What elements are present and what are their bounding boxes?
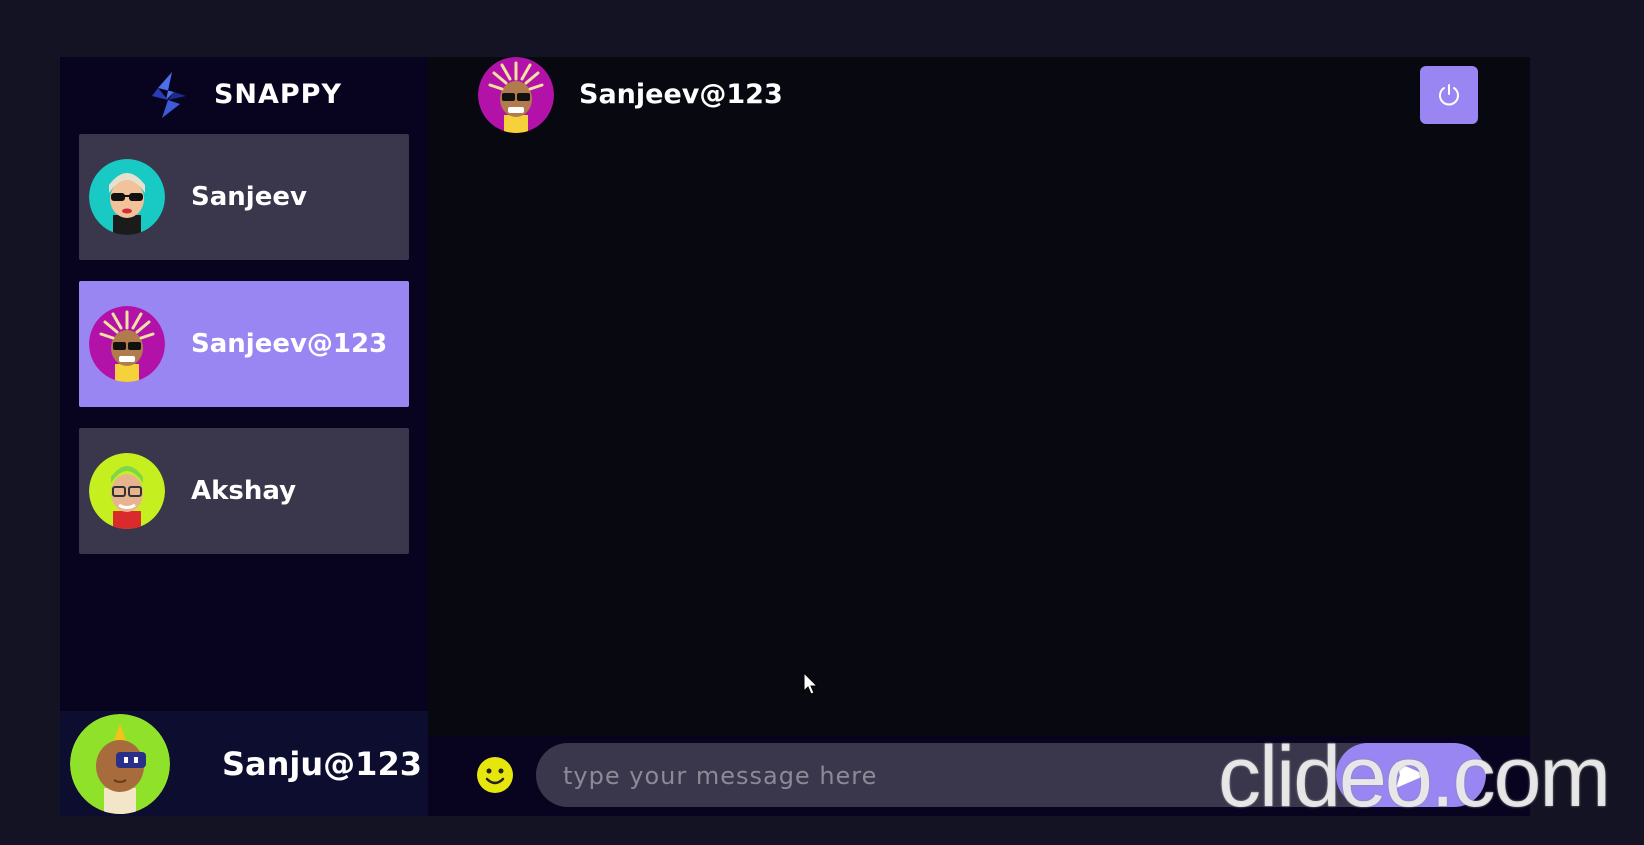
contact-item-sanjeev123[interactable]: Sanjeev@123	[79, 281, 409, 407]
chat-panel: Sanjeev@123	[428, 56, 1530, 816]
current-user-avatar	[70, 713, 170, 814]
contact-avatar	[89, 306, 165, 382]
logout-button[interactable]	[1420, 66, 1478, 124]
current-username: Sanju@123	[222, 744, 422, 783]
snappy-logo-icon	[151, 71, 186, 118]
chat-header: Sanjeev@123	[428, 56, 1530, 133]
contact-name: Sanjeev@123	[191, 329, 388, 359]
brand-name: SNAPPY	[213, 79, 343, 110]
contact-list: Sanjeev Sanjeev@123 Akshay	[79, 134, 409, 575]
messages-area	[428, 137, 1530, 736]
contact-name: Sanjeev	[191, 182, 307, 212]
contact-avatar	[89, 453, 165, 529]
message-input-bar	[428, 736, 1530, 816]
brand: SNAPPY	[60, 57, 428, 132]
contact-avatar	[89, 159, 165, 235]
send-button[interactable]	[1336, 743, 1486, 807]
contacts-sidebar: SNAPPY Sanjeev Sanjeev@123 Akshay Sanju@…	[60, 57, 428, 816]
contact-name: Akshay	[191, 476, 297, 506]
message-input[interactable]	[561, 743, 1245, 807]
current-user-panel: Sanju@123	[60, 711, 428, 816]
power-icon	[1439, 84, 1459, 106]
message-input-container	[536, 743, 1486, 807]
contact-item-sanjeev[interactable]: Sanjeev	[79, 134, 409, 260]
chat-partner-name: Sanjeev@123	[579, 79, 783, 110]
smiley-icon	[477, 757, 513, 793]
contact-item-akshay[interactable]: Akshay	[79, 428, 409, 554]
emoji-picker-button[interactable]	[476, 756, 514, 794]
chat-partner-avatar	[478, 56, 554, 133]
chat-app: SNAPPY Sanjeev Sanjeev@123 Akshay Sanju@…	[60, 56, 1530, 816]
send-icon	[1396, 762, 1426, 788]
